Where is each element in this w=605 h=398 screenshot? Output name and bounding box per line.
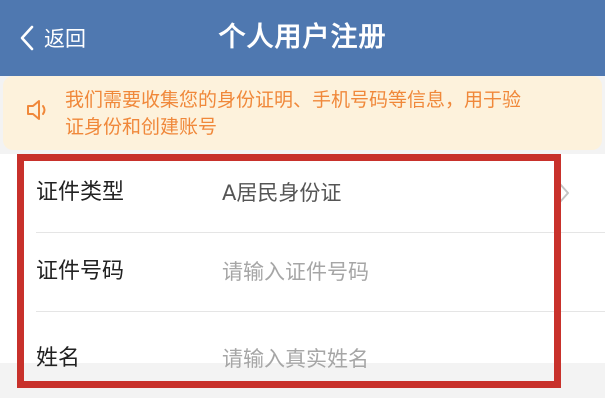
name-row[interactable]: 姓名 请输入真实姓名 xyxy=(0,320,605,398)
notice-text-line1: 我们需要收集您的身份证明、手机号码等信息，用于验 xyxy=(65,89,522,111)
chevron-right-icon xyxy=(559,183,569,203)
notice-area: 我们需要收集您的身份证明、手机号码等信息，用于验 证身份和创建账号 xyxy=(0,76,605,154)
back-button[interactable]: 返回 xyxy=(18,20,86,56)
name-label: 姓名 xyxy=(36,346,81,371)
name-input[interactable]: 请输入真实姓名 xyxy=(222,320,369,398)
id-type-row[interactable]: 证件类型 A居民身份证 xyxy=(0,154,605,232)
notice-banner: 我们需要收集您的身份证明、手机号码等信息，用于验 证身份和创建账号 xyxy=(3,76,602,150)
id-type-value[interactable]: A居民身份证 xyxy=(222,154,341,232)
id-type-label: 证件类型 xyxy=(36,180,125,205)
id-number-row[interactable]: 证件号码 请输入证件号码 xyxy=(0,233,605,311)
id-number-label: 证件号码 xyxy=(36,259,125,284)
id-number-input[interactable]: 请输入证件号码 xyxy=(222,233,369,311)
chevron-left-icon xyxy=(20,25,34,51)
registration-form: 证件类型 A居民身份证 证件号码 请输入证件号码 姓名 请输入真实姓名 xyxy=(0,154,605,371)
notice-text: 我们需要收集您的身份证明、手机号码等信息，用于验 证身份和创建账号 xyxy=(65,87,595,141)
speaker-icon xyxy=(27,100,46,120)
page-title: 个人用户注册 xyxy=(218,22,387,53)
row-divider xyxy=(36,311,605,312)
notice-text-line2: 证身份和创建账号 xyxy=(65,116,218,138)
back-label: 返回 xyxy=(44,27,86,51)
header-bar: 返回 个人用户注册 xyxy=(0,0,605,76)
